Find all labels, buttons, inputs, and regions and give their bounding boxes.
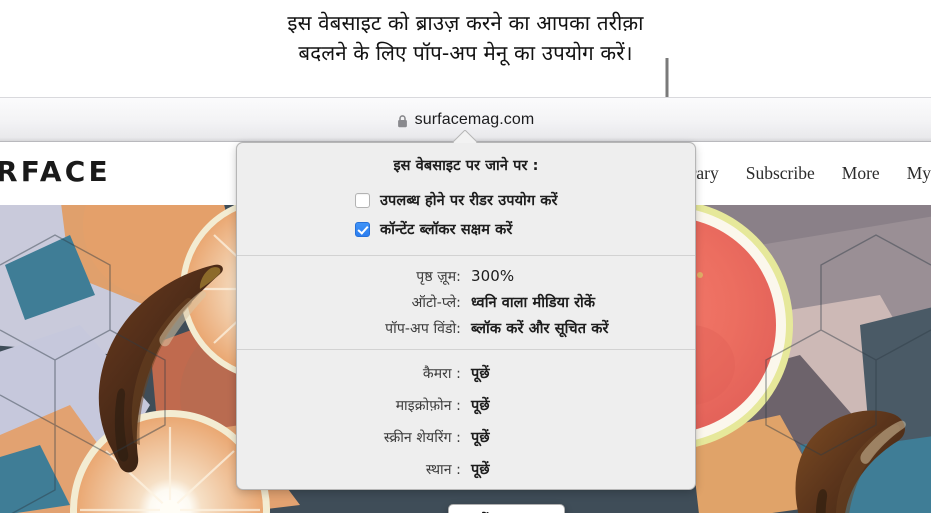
url-text: surfacemag.com xyxy=(414,111,535,128)
screenshot-root: इस वेबसाइट को ब्राउज़ करने का आपका तरीक़… xyxy=(0,0,931,513)
setting-label-popup-windows: पॉप-अप विंडो: xyxy=(385,321,461,337)
website-settings-popover: इस वेबसाइट पर जाने पर : उपलब्ध होने पर र… xyxy=(236,142,696,490)
dropdown-item-ask[interactable]: पूछें xyxy=(449,508,564,513)
setting-row-auto-play[interactable]: ऑटो-प्ले: ध्वनि वाला मीडिया रोकें xyxy=(237,292,695,312)
popover-visit-section: इस वेबसाइट पर जाने पर : उपलब्ध होने पर र… xyxy=(237,143,695,239)
permission-row-screen-sharing[interactable]: स्क्रीन शेयरिंग : पूछें xyxy=(237,427,695,447)
permission-dropdown-menu: पूछें ✓ अस्वीकार करें xyxy=(448,504,565,513)
popover-settings-section: पृष्ठ ज़ूम: 300% ऑटो-प्ले: ध्वनि वाला मी… xyxy=(237,256,695,349)
permission-label-screen-sharing: स्क्रीन शेयरिंग : xyxy=(383,430,461,446)
setting-value-popup-windows[interactable]: ब्लॉक करें और सूचित करें xyxy=(471,318,608,338)
checkbox-label-content-blocker: कॉन्टेंट ब्लॉकर सक्षम करें xyxy=(380,222,513,238)
checkbox-row-content-blocker[interactable]: कॉन्टेंट ब्लॉकर सक्षम करें xyxy=(237,219,695,239)
caption-line-1: इस वेबसाइट को ब्राउज़ करने का आपका तरीक़… xyxy=(287,11,644,35)
checkbox-row-reader[interactable]: उपलब्ध होने पर रीडर उपयोग करें xyxy=(237,190,695,210)
permission-value-location[interactable]: पूछें xyxy=(471,459,490,479)
nav-item-more[interactable]: More xyxy=(842,163,880,184)
browser-window: surfacemag.com RFACE Itinerary Subscribe… xyxy=(0,97,931,513)
permission-value-screen-sharing[interactable]: पूछें xyxy=(471,427,490,447)
popover-permissions-section: कैमरा : पूछें माइक्रोफ़ोन : पूछें स्क्री… xyxy=(237,350,695,505)
setting-value-auto-play[interactable]: ध्वनि वाला मीडिया रोकें xyxy=(471,292,595,312)
caption-line-2: बदलने के लिए पॉप-अप मेनू का उपयोग करें। xyxy=(298,41,633,65)
site-navigation: Itinerary Subscribe More My xyxy=(659,163,931,184)
permission-value-microphone[interactable]: पूछें xyxy=(471,395,490,415)
setting-label-auto-play: ऑटो-प्ले: xyxy=(411,295,461,311)
permission-label-camera: कैमरा : xyxy=(422,366,461,382)
nav-item-my[interactable]: My xyxy=(907,163,931,184)
dropdown-label-ask: पूछें xyxy=(471,510,490,513)
permission-label-location: स्थान : xyxy=(425,462,461,478)
checkbox-content-blocker[interactable] xyxy=(355,221,370,237)
permission-row-camera[interactable]: कैमरा : पूछें xyxy=(237,363,695,383)
setting-row-page-zoom[interactable]: पृष्ठ ज़ूम: 300% xyxy=(237,267,695,286)
permission-row-microphone[interactable]: माइक्रोफ़ोन : पूछें xyxy=(237,395,695,415)
setting-value-page-zoom[interactable]: 300% xyxy=(471,267,514,285)
nav-item-subscribe[interactable]: Subscribe xyxy=(746,163,815,184)
popover-arrow xyxy=(452,130,478,143)
checkbox-reader[interactable] xyxy=(355,192,370,208)
popover-title: इस वेबसाइट पर जाने पर : xyxy=(393,158,539,174)
permission-row-location[interactable]: स्थान : पूछें xyxy=(237,459,695,479)
instruction-caption: इस वेबसाइट को ब्राउज़ करने का आपका तरीक़… xyxy=(0,8,931,68)
setting-row-popup-windows[interactable]: पॉप-अप विंडो: ब्लॉक करें और सूचित करें xyxy=(237,318,695,338)
permission-value-camera[interactable]: पूछें xyxy=(471,363,490,383)
site-logo[interactable]: RFACE xyxy=(0,155,111,188)
lock-icon xyxy=(397,114,408,128)
setting-label-page-zoom: पृष्ठ ज़ूम: xyxy=(416,269,461,285)
checkbox-label-reader: उपलब्ध होने पर रीडर उपयोग करें xyxy=(380,193,558,209)
permission-label-microphone: माइक्रोफ़ोन : xyxy=(395,398,461,414)
